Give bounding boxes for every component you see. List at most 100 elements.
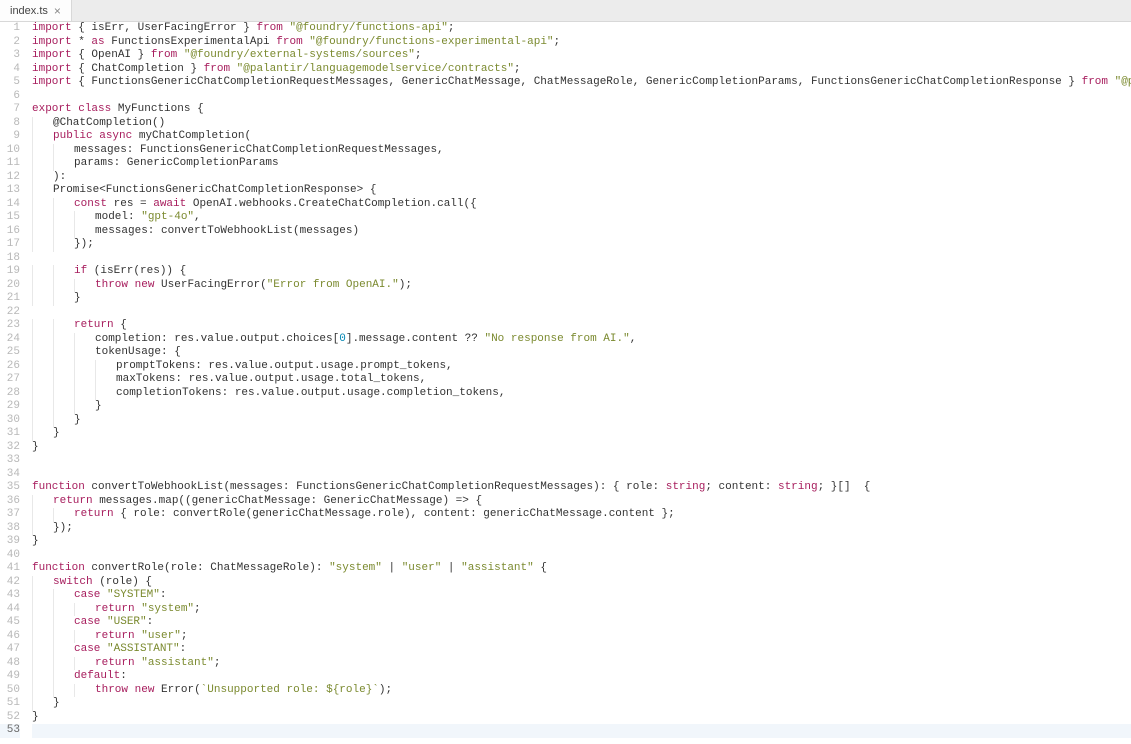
code-line[interactable]: throw new Error(`Unsupported role: ${rol… (32, 684, 1131, 698)
line-number: 48 (0, 657, 20, 671)
file-tab[interactable]: index.ts × (0, 0, 72, 21)
code-line[interactable]: import { isErr, UserFacingError } from "… (32, 22, 1131, 36)
code-line[interactable]: maxTokens: res.value.output.usage.total_… (32, 373, 1131, 387)
line-number: 11 (0, 157, 20, 171)
line-number: 7 (0, 103, 20, 117)
line-number: 52 (0, 711, 20, 725)
code-line[interactable]: public async myChatCompletion( (32, 130, 1131, 144)
code-line[interactable]: } (32, 535, 1131, 549)
line-number: 29 (0, 400, 20, 414)
line-number: 51 (0, 697, 20, 711)
code-line[interactable]: messages: FunctionsGenericChatCompletion… (32, 144, 1131, 158)
code-line[interactable]: case "ASSISTANT": (32, 643, 1131, 657)
code-line[interactable]: } (32, 427, 1131, 441)
line-number: 26 (0, 360, 20, 374)
line-number: 13 (0, 184, 20, 198)
line-number: 23 (0, 319, 20, 333)
line-number: 45 (0, 616, 20, 630)
line-number: 14 (0, 198, 20, 212)
code-line[interactable] (32, 306, 1131, 320)
line-number: 30 (0, 414, 20, 428)
line-number: 20 (0, 279, 20, 293)
code-line[interactable]: const res = await OpenAI.webhooks.Create… (32, 198, 1131, 212)
code-line[interactable]: } (32, 697, 1131, 711)
line-number: 42 (0, 576, 20, 590)
line-number: 44 (0, 603, 20, 617)
code-line[interactable] (32, 454, 1131, 468)
code-line[interactable]: import { FunctionsGenericChatCompletionR… (32, 76, 1131, 90)
code-line[interactable]: return { (32, 319, 1131, 333)
code-line[interactable] (32, 549, 1131, 563)
code-line[interactable]: }); (32, 238, 1131, 252)
code-line[interactable] (32, 724, 1131, 738)
code-line[interactable]: return "system"; (32, 603, 1131, 617)
code-line[interactable]: case "USER": (32, 616, 1131, 630)
close-icon[interactable]: × (54, 5, 61, 17)
code-line[interactable]: params: GenericCompletionParams (32, 157, 1131, 171)
code-line[interactable]: function convertToWebhookList(messages: … (32, 481, 1131, 495)
line-number: 4 (0, 63, 20, 77)
code-line[interactable]: }); (32, 522, 1131, 536)
line-number: 10 (0, 144, 20, 158)
line-number: 40 (0, 549, 20, 563)
code-line[interactable]: switch (role) { (32, 576, 1131, 590)
line-number: 24 (0, 333, 20, 347)
code-line[interactable]: if (isErr(res)) { (32, 265, 1131, 279)
line-number: 33 (0, 454, 20, 468)
tab-bar: index.ts × (0, 0, 1131, 22)
code-line[interactable]: @ChatCompletion() (32, 117, 1131, 131)
line-number: 22 (0, 306, 20, 320)
line-number: 15 (0, 211, 20, 225)
code-line[interactable]: import * as FunctionsExperimentalApi fro… (32, 36, 1131, 50)
code-line[interactable]: model: "gpt-4o", (32, 211, 1131, 225)
line-number: 43 (0, 589, 20, 603)
code-line[interactable]: promptTokens: res.value.output.usage.pro… (32, 360, 1131, 374)
code-line[interactable]: return "user"; (32, 630, 1131, 644)
code-line[interactable]: } (32, 711, 1131, 725)
code-line[interactable]: throw new UserFacingError("Error from Op… (32, 279, 1131, 293)
code-line[interactable]: completion: res.value.output.choices[0].… (32, 333, 1131, 347)
line-number: 53 (0, 724, 20, 738)
code-line[interactable]: } (32, 414, 1131, 428)
line-number: 50 (0, 684, 20, 698)
code-line[interactable]: messages: convertToWebhookList(messages) (32, 225, 1131, 239)
code-line[interactable] (32, 252, 1131, 266)
line-number: 1 (0, 22, 20, 36)
line-number: 41 (0, 562, 20, 576)
code-line[interactable]: import { ChatCompletion } from "@palanti… (32, 63, 1131, 77)
line-number: 25 (0, 346, 20, 360)
code-line[interactable]: completionTokens: res.value.output.usage… (32, 387, 1131, 401)
line-number: 19 (0, 265, 20, 279)
code-line[interactable]: export class MyFunctions { (32, 103, 1131, 117)
code-line[interactable]: case "SYSTEM": (32, 589, 1131, 603)
code-line[interactable]: } (32, 292, 1131, 306)
line-number: 28 (0, 387, 20, 401)
line-number: 18 (0, 252, 20, 266)
code-line[interactable]: } (32, 400, 1131, 414)
code-line[interactable] (32, 90, 1131, 104)
code-editor[interactable]: 1234567891011121314151617181920212223242… (0, 22, 1131, 744)
line-number: 9 (0, 130, 20, 144)
line-number: 37 (0, 508, 20, 522)
code-line[interactable]: tokenUsage: { (32, 346, 1131, 360)
code-line[interactable] (32, 468, 1131, 482)
line-number-gutter: 1234567891011121314151617181920212223242… (0, 22, 28, 744)
code-line[interactable]: ): (32, 171, 1131, 185)
code-line[interactable]: return "assistant"; (32, 657, 1131, 671)
code-line[interactable]: default: (32, 670, 1131, 684)
code-area[interactable]: import { isErr, UserFacingError } from "… (28, 22, 1131, 744)
code-line[interactable]: Promise<FunctionsGenericChatCompletionRe… (32, 184, 1131, 198)
code-line[interactable]: } (32, 441, 1131, 455)
line-number: 2 (0, 36, 20, 50)
line-number: 3 (0, 49, 20, 63)
line-number: 32 (0, 441, 20, 455)
code-line[interactable]: return { role: convertRole(genericChatMe… (32, 508, 1131, 522)
code-line[interactable]: return messages.map((genericChatMessage:… (32, 495, 1131, 509)
line-number: 39 (0, 535, 20, 549)
line-number: 8 (0, 117, 20, 131)
line-number: 6 (0, 90, 20, 104)
line-number: 21 (0, 292, 20, 306)
line-number: 12 (0, 171, 20, 185)
code-line[interactable]: function convertRole(role: ChatMessageRo… (32, 562, 1131, 576)
code-line[interactable]: import { OpenAI } from "@foundry/externa… (32, 49, 1131, 63)
